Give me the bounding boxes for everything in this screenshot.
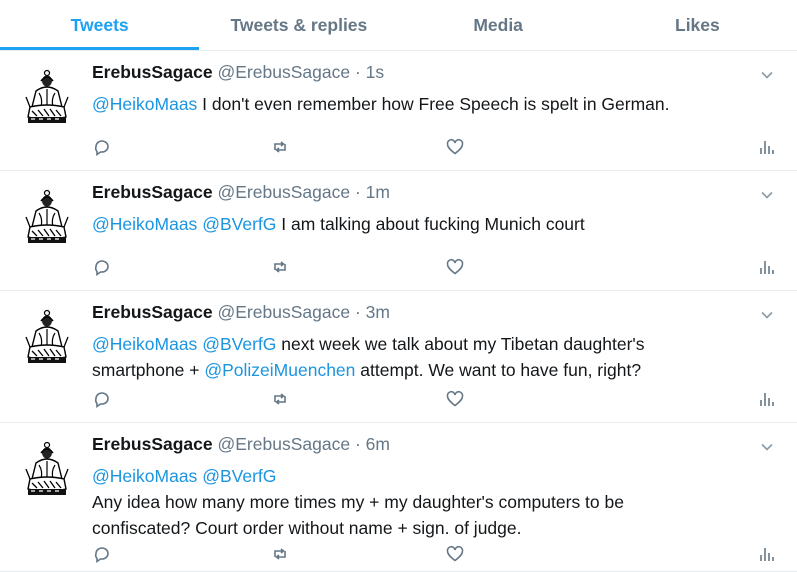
timestamp[interactable]: 6m [366,434,390,454]
tweet[interactable]: ErebusSagace @ErebusSagace · 6m @HeikoMaa… [0,423,797,572]
reply-icon[interactable] [92,389,112,409]
reply-icon[interactable] [92,257,112,277]
analytics-icon[interactable] [757,544,777,564]
timestamp[interactable]: 1s [366,62,384,82]
like-icon[interactable] [445,137,465,157]
tweet-text-line: @HeikoMaas @BVerfG I am talking about fu… [92,211,757,237]
analytics-icon[interactable] [757,389,777,409]
tweet-header: ErebusSagace @ErebusSagace · 1s [92,62,384,83]
tweet-actions [92,257,775,279]
tweet-header: ErebusSagace @ErebusSagace · 6m [92,434,390,455]
tweet[interactable]: ErebusSagace @ErebusSagace · 1s @HeikoMaa… [0,51,797,171]
tweet-text-line: @HeikoMaas @BVerfG [92,463,757,489]
like-icon[interactable] [445,544,465,564]
author-handle[interactable]: @ErebusSagace [218,62,351,82]
chevron-down-icon[interactable] [759,67,775,83]
separator-dot: · [354,62,361,82]
author-name[interactable]: ErebusSagace [92,302,213,322]
mention-link[interactable]: @BVerfG [202,214,276,234]
author-handle[interactable]: @ErebusSagace [218,434,351,454]
tweet-actions [92,544,775,566]
tweet-text: @HeikoMaas I don't even remember how Fre… [92,91,757,117]
chevron-down-icon[interactable] [759,439,775,455]
author-name[interactable]: ErebusSagace [92,62,213,82]
mention-link[interactable]: @HeikoMaas [92,214,197,234]
text-segment: I don't even remember how Free Speech is… [197,94,670,114]
reply-icon[interactable] [92,137,112,157]
like-icon[interactable] [445,389,465,409]
separator-dot: · [354,434,361,454]
author-handle[interactable]: @ErebusSagace [218,182,351,202]
avatar[interactable] [22,69,72,127]
tweet-text: @HeikoMaas @BVerfG next week we talk abo… [92,331,757,383]
avatar[interactable] [22,441,72,499]
tweet-header: ErebusSagace @ErebusSagace · 3m [92,302,390,323]
reply-icon[interactable] [92,544,112,564]
tweet[interactable]: ErebusSagace @ErebusSagace · 3m @HeikoMaa… [0,291,797,423]
author-handle[interactable]: @ErebusSagace [218,302,351,322]
retweet-icon[interactable] [270,257,290,277]
author-name[interactable]: ErebusSagace [92,182,213,202]
tab-likes[interactable]: Likes [598,0,797,50]
tweet-header: ErebusSagace @ErebusSagace · 1m [92,182,390,203]
analytics-icon[interactable] [757,137,777,157]
tweet-text: @HeikoMaas @BVerfG I am talking about fu… [92,211,757,237]
tweet-actions [92,389,775,411]
text-segment: Any idea how many more times my + my dau… [92,492,624,512]
tweet-actions [92,137,775,159]
tab-media[interactable]: Media [399,0,598,50]
tweet-text-line: @HeikoMaas @BVerfG next week we talk abo… [92,331,757,357]
chevron-down-icon[interactable] [759,307,775,323]
mention-link[interactable]: @PolizeiMuenchen [204,360,355,380]
author-name[interactable]: ErebusSagace [92,434,213,454]
chevron-down-icon[interactable] [759,187,775,203]
mention-link[interactable]: @HeikoMaas [92,334,197,354]
tweet-text-line: @HeikoMaas I don't even remember how Fre… [92,91,757,117]
mention-link[interactable]: @HeikoMaas [92,94,197,114]
tweet-text-line: smartphone + @PolizeiMuenchen attempt. W… [92,357,757,383]
avatar[interactable] [22,309,72,367]
tweet-text-line: Any idea how many more times my + my dau… [92,489,757,515]
text-segment: I am talking about fucking Munich court [276,214,585,234]
text-segment: next week we talk about my Tibetan daugh… [276,334,645,354]
analytics-icon[interactable] [757,257,777,277]
mention-link[interactable]: @HeikoMaas [92,466,197,486]
tab-tweets[interactable]: Tweets [0,0,200,50]
separator-dot: · [354,182,361,202]
timestamp[interactable]: 1m [366,182,390,202]
profile-tabs: Tweets Tweets & replies Media Likes [0,0,797,51]
text-segment: smartphone + [92,360,205,380]
timestamp[interactable]: 3m [366,302,390,322]
retweet-icon[interactable] [270,389,290,409]
text-segment: attempt. We want to have fun, right? [355,360,642,380]
avatar[interactable] [22,189,72,247]
retweet-icon[interactable] [270,544,290,564]
retweet-icon[interactable] [270,137,290,157]
mention-link[interactable]: @BVerfG [202,466,276,486]
tweet-text-line: confiscated? Court order without name + … [92,515,757,541]
text-segment: confiscated? Court order without name + … [92,518,522,538]
like-icon[interactable] [445,257,465,277]
mention-link[interactable]: @BVerfG [202,334,276,354]
tweet-text: @HeikoMaas @BVerfG Any idea how many more… [92,463,757,541]
tweet[interactable]: ErebusSagace @ErebusSagace · 1m @HeikoMaa… [0,171,797,291]
separator-dot: · [354,302,361,322]
tab-tweets-and-replies[interactable]: Tweets & replies [199,0,398,50]
